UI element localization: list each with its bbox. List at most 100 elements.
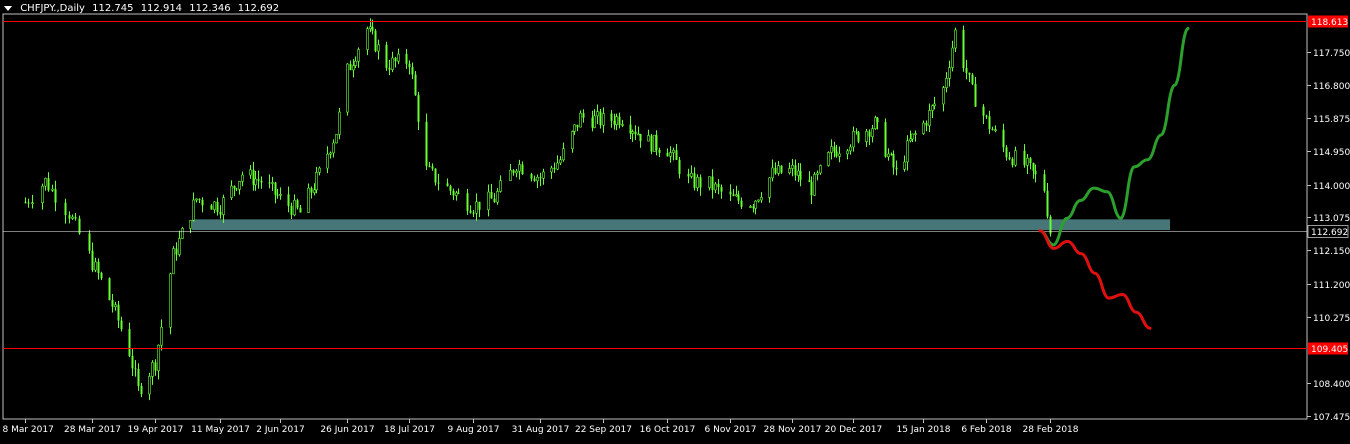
candle: [971, 73, 974, 86]
candle-body: [533, 178, 536, 181]
candle-body: [405, 54, 408, 64]
candle-body: [708, 176, 711, 188]
candle: [335, 134, 338, 144]
candle-body: [539, 177, 542, 179]
candle-body: [369, 26, 372, 29]
candle: [307, 183, 310, 213]
open-value: 112.745: [92, 3, 134, 14]
candle-body: [655, 135, 658, 150]
candle-body: [230, 185, 233, 198]
y-tick-label: 117.750: [1313, 49, 1350, 59]
candle-body: [553, 167, 556, 170]
candle-body: [137, 368, 140, 386]
candle-body: [830, 146, 833, 153]
candle-body: [559, 159, 562, 164]
candle-body: [31, 202, 34, 205]
candle-body: [602, 113, 605, 126]
candle-body: [571, 131, 574, 150]
candle-body: [120, 320, 123, 330]
candle-body: [536, 176, 539, 182]
candle-body: [833, 146, 836, 152]
x-tick-label: 26 Jun 2017: [320, 425, 374, 435]
candle-body: [332, 142, 335, 154]
candle-body: [687, 173, 690, 177]
candle-body: [326, 153, 329, 169]
candle-body: [582, 113, 585, 118]
candle: [579, 110, 582, 128]
y-tick-label: 114.000: [1313, 182, 1350, 192]
candle-body: [354, 60, 357, 66]
candle-body: [771, 167, 774, 179]
chart-area[interactable]: 118.613 109.405 112.692 117.750 116.800 115.…: [0, 0, 1350, 440]
candle-body: [299, 207, 302, 213]
y-tick-label: 111.200: [1313, 281, 1350, 291]
candle-body: [189, 220, 192, 229]
candle-body: [260, 180, 263, 183]
candle-body: [388, 67, 391, 70]
candle-body: [637, 133, 640, 136]
candle-body: [639, 133, 642, 142]
candle-body: [425, 121, 428, 166]
candle-body: [100, 272, 103, 279]
candle-body: [249, 169, 252, 176]
candle-body: [791, 164, 794, 169]
candle-body: [172, 248, 175, 275]
candle-body: [279, 194, 282, 196]
candle-body: [735, 194, 738, 197]
candle-body: [911, 133, 914, 140]
candle-body: [222, 197, 225, 215]
candle-body: [154, 362, 157, 371]
candle-body: [757, 199, 760, 202]
y-tick-label: 107.475: [1313, 413, 1350, 423]
candle-body: [868, 131, 871, 137]
candle-body: [94, 261, 97, 271]
candle-body: [621, 124, 624, 126]
candle-body: [457, 192, 460, 194]
candle-body: [647, 135, 650, 142]
candle-body: [906, 140, 909, 163]
candle-body: [892, 154, 895, 168]
candle-body: [669, 152, 672, 157]
candle: [172, 246, 175, 275]
candle-body: [216, 201, 219, 212]
candle: [650, 133, 653, 155]
candle-body: [890, 153, 893, 155]
candle-body: [610, 113, 613, 121]
candle-body: [276, 194, 279, 196]
candle-body: [47, 178, 50, 191]
candle-body: [478, 201, 481, 210]
candle-body: [576, 124, 579, 128]
candle-body: [732, 194, 735, 196]
candle-body: [499, 180, 502, 192]
candle-body: [160, 326, 163, 346]
close-value: 112.692: [237, 3, 280, 14]
candle-body: [816, 172, 819, 175]
candle-body: [1034, 170, 1037, 175]
candle-body: [788, 168, 791, 174]
candle-body: [74, 217, 77, 219]
candle-body: [696, 177, 699, 189]
price-chart[interactable]: 118.613 109.405 112.692 117.750 116.800 115.…: [0, 0, 1350, 440]
dropdown-triangle-icon[interactable]: [4, 5, 12, 11]
x-tick-label: 6 Nov 2017: [705, 425, 757, 435]
candle-body: [968, 72, 971, 75]
candle-body: [1046, 190, 1049, 217]
candle-body: [777, 165, 780, 174]
x-tick-label: 18 Jul 2017: [384, 425, 435, 435]
candle-body: [749, 206, 752, 208]
candle-body: [672, 149, 675, 153]
candle-body: [922, 122, 925, 134]
y-tick-label: 116.800: [1313, 82, 1350, 92]
candle-body: [988, 116, 991, 130]
x-tick-label: 22 Sep 2017: [575, 425, 632, 435]
candle-body: [178, 238, 181, 255]
candle-body: [131, 355, 134, 369]
candle-body: [496, 191, 499, 203]
candle: [1049, 214, 1052, 237]
candle-body: [634, 131, 637, 135]
candle-body: [954, 29, 957, 49]
candle-body: [78, 218, 81, 234]
candle-body: [371, 26, 374, 31]
candle-body: [357, 49, 360, 62]
candle-body: [737, 194, 740, 201]
